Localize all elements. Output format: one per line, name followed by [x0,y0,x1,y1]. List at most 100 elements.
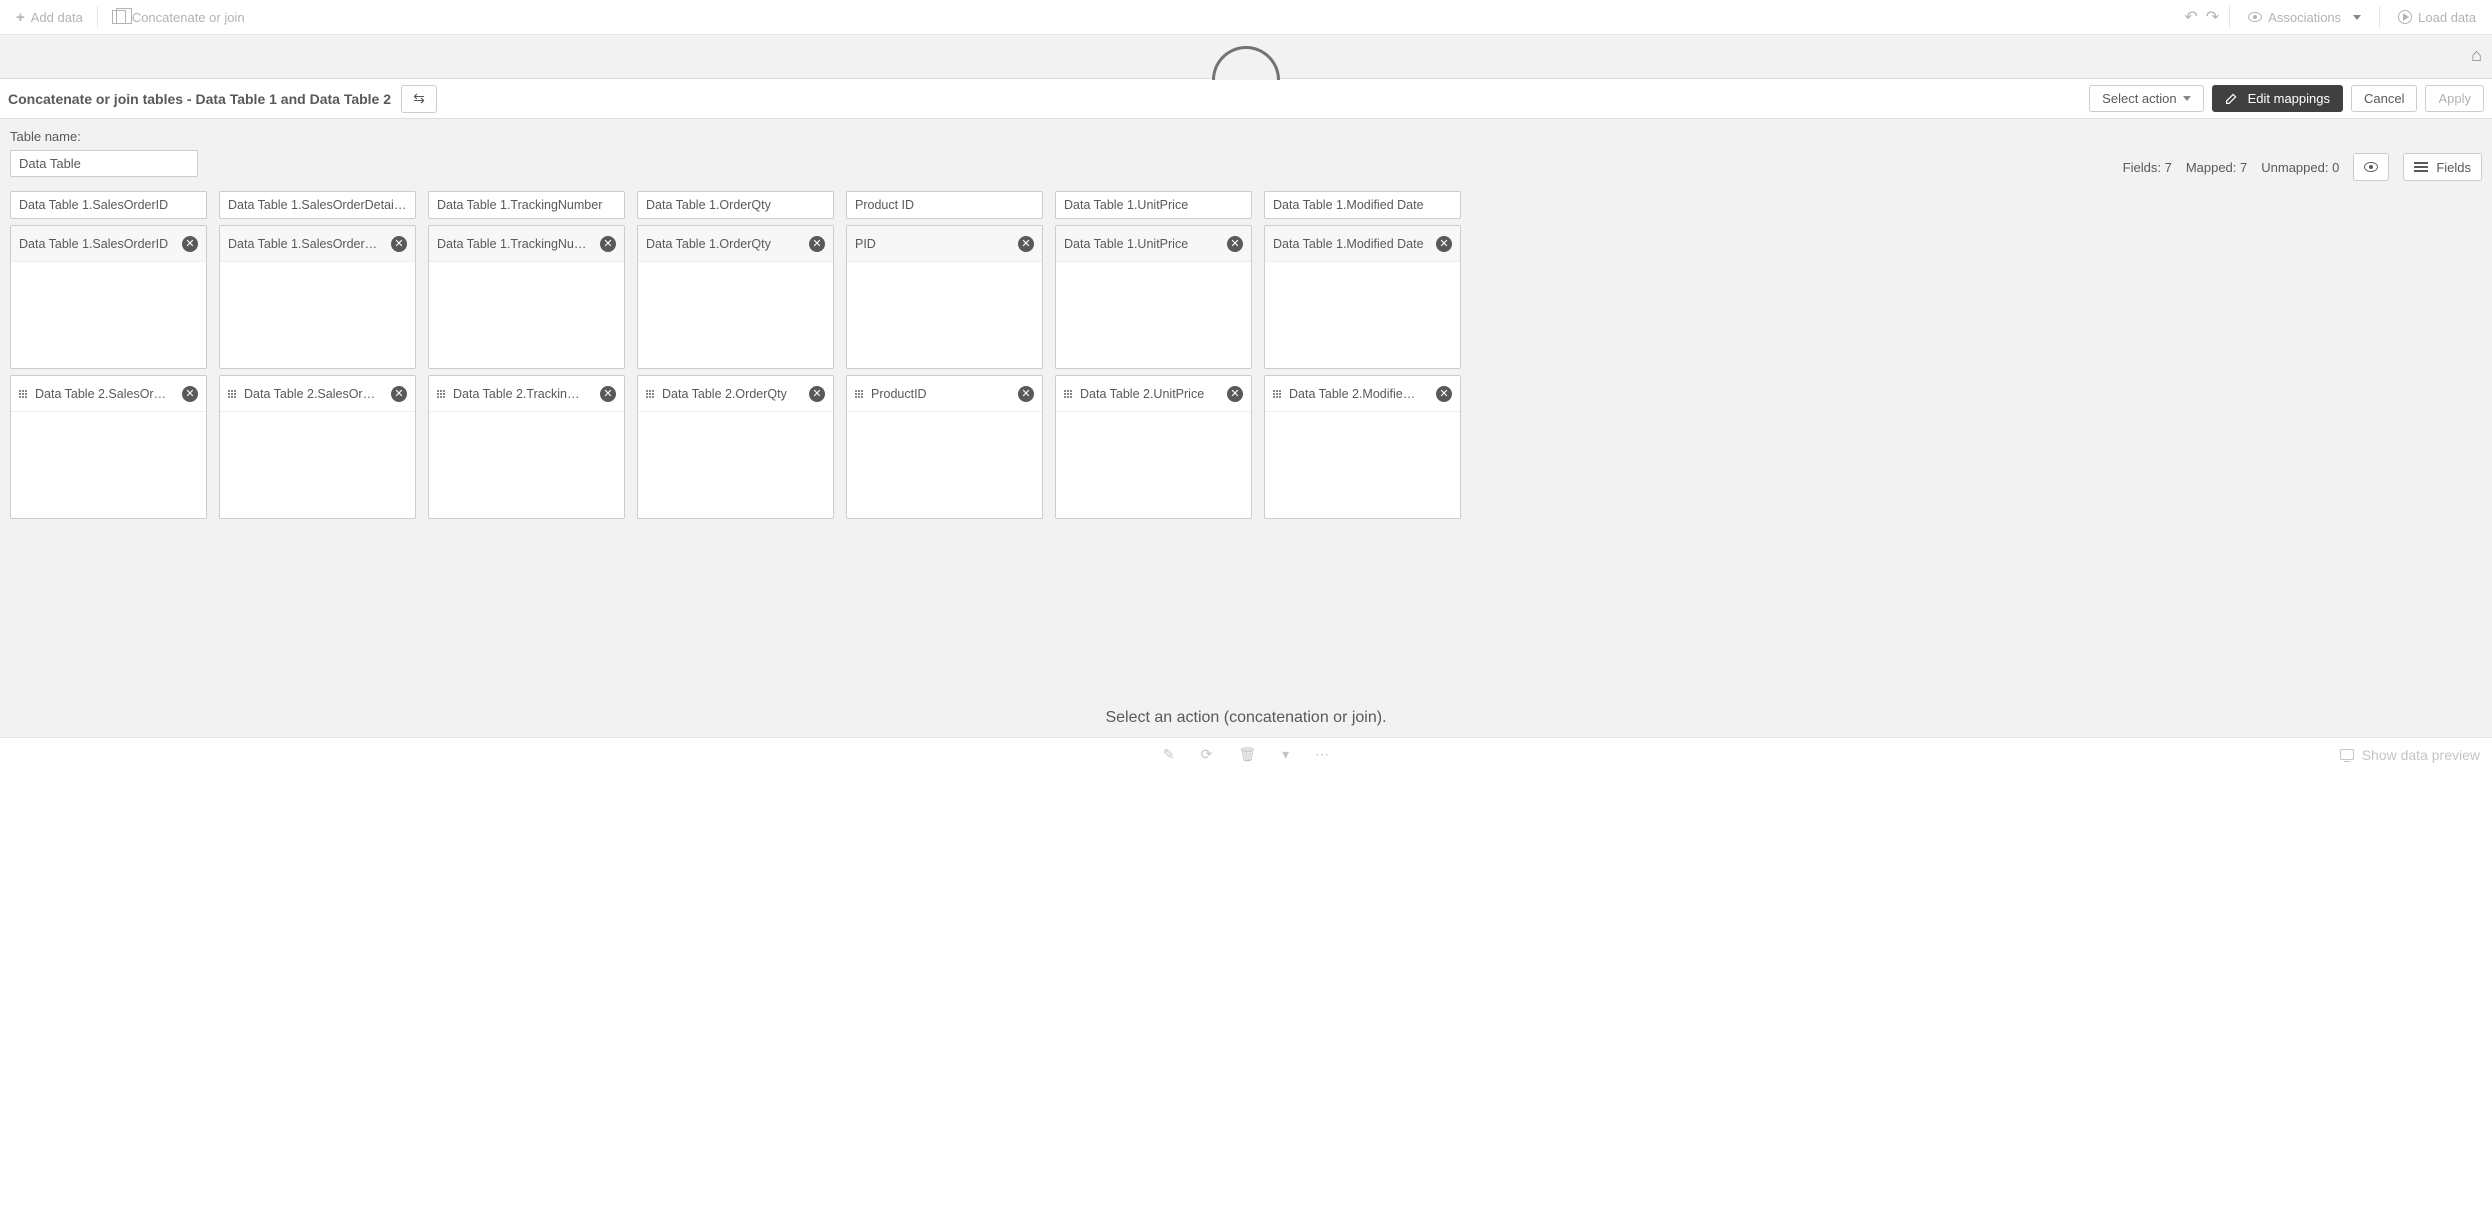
target-field-cell[interactable]: Data Table 2.SalesOr… ✕ [220,376,415,412]
add-data-button[interactable]: Add data [8,5,91,30]
source-map-box: Data Table 1.OrderQty ✕ [637,225,834,369]
home-icon[interactable]: ⌂ [2471,45,2482,66]
source-field-cell[interactable]: Data Table 1.SalesOrderID ✕ [11,226,206,262]
source-field-label: Data Table 1.TrackingNu… [437,237,594,251]
drag-handle-icon[interactable] [855,390,865,398]
target-map-box: ProductID ✕ [846,375,1043,519]
source-field-label: Data Table 1.Modified Date [1273,237,1430,251]
associations-label: Associations [2268,10,2341,25]
preview-toggle-button[interactable] [2353,153,2389,181]
drag-handle-icon[interactable] [437,390,447,398]
monitor-icon [2340,749,2354,760]
mapping-column: Data Table 1.OrderQty Data Table 1.Order… [637,191,834,519]
cancel-button[interactable]: Cancel [2351,85,2417,112]
column-header[interactable]: Data Table 1.UnitPrice [1055,191,1252,219]
remove-icon[interactable]: ✕ [809,386,825,402]
remove-icon[interactable]: ✕ [1227,386,1243,402]
target-field-cell[interactable]: Data Table 2.UnitPrice ✕ [1056,376,1251,412]
source-field-cell[interactable]: Data Table 1.SalesOrder… ✕ [220,226,415,262]
target-map-box: Data Table 2.OrderQty ✕ [637,375,834,519]
edit-mappings-button[interactable]: Edit mappings [2212,85,2343,112]
column-header[interactable]: Data Table 1.OrderQty [637,191,834,219]
undo-icon[interactable]: ↶ [2184,7,2197,27]
mapping-column: Data Table 1.UnitPrice Data Table 1.Unit… [1055,191,1252,519]
swap-icon: ⇆ [413,90,425,107]
show-data-preview-button[interactable]: Show data preview [2340,747,2480,763]
source-map-box: Data Table 1.SalesOrder… ✕ [219,225,416,369]
more-icon[interactable]: ⋯ [1315,746,1329,763]
remove-icon[interactable]: ✕ [182,236,198,252]
fields-button[interactable]: Fields [2403,153,2482,181]
filter-icon[interactable]: ▾ [1282,746,1289,763]
select-action-label: Select action [2102,91,2176,106]
mapping-column: Data Table 1.SalesOrderDetailID Data Tab… [219,191,416,519]
source-field-label: Data Table 1.UnitPrice [1064,237,1221,251]
apply-button[interactable]: Apply [2425,85,2484,112]
associations-button[interactable]: Associations [2240,6,2369,29]
source-field-cell[interactable]: Data Table 1.Modified Date ✕ [1265,226,1460,262]
play-circle-icon [2398,10,2412,24]
target-field-cell[interactable]: Data Table 2.SalesOr… ✕ [11,376,206,412]
remove-icon[interactable]: ✕ [600,236,616,252]
remove-icon[interactable]: ✕ [600,386,616,402]
column-header[interactable]: Data Table 1.SalesOrderID [10,191,207,219]
mapping-column: Data Table 1.TrackingNumber Data Table 1… [428,191,625,519]
unmapped-count: Unmapped: 0 [2261,160,2339,175]
target-map-box: Data Table 2.UnitPrice ✕ [1055,375,1252,519]
source-map-box: Data Table 1.UnitPrice ✕ [1055,225,1252,369]
column-header[interactable]: Data Table 1.Modified Date [1264,191,1461,219]
redo-icon[interactable]: ↷ [2206,7,2219,27]
source-field-cell[interactable]: Data Table 1.OrderQty ✕ [638,226,833,262]
target-field-cell[interactable]: Data Table 2.OrderQty ✕ [638,376,833,412]
drag-handle-icon[interactable] [1064,390,1074,398]
remove-icon[interactable]: ✕ [1018,386,1034,402]
select-action-dropdown[interactable]: Select action [2089,85,2203,112]
table-name-input[interactable] [10,150,198,177]
mapped-count: Mapped: 7 [2186,160,2247,175]
chevron-down-icon [2183,96,2191,101]
fields-button-label: Fields [2436,160,2471,175]
remove-icon[interactable]: ✕ [809,236,825,252]
target-field-cell[interactable]: Data Table 2.Trackin… ✕ [429,376,624,412]
remove-icon[interactable]: ✕ [182,386,198,402]
target-map-box: Data Table 2.Trackin… ✕ [428,375,625,519]
remove-icon[interactable]: ✕ [391,236,407,252]
mapping-columns: Data Table 1.SalesOrderID Data Table 1.S… [10,191,2482,519]
target-map-box: Data Table 2.SalesOr… ✕ [219,375,416,519]
source-field-cell[interactable]: PID ✕ [847,226,1042,262]
delete-icon[interactable]: 🗑 [1238,746,1256,763]
refresh-icon[interactable]: ⟳ [1201,746,1213,763]
target-field-label: ProductID [871,387,1012,401]
list-icon [2414,162,2428,172]
concat-join-button[interactable]: Concatenate or join [104,6,253,29]
target-field-label: Data Table 2.SalesOr… [35,387,176,401]
mapping-column: Data Table 1.SalesOrderID Data Table 1.S… [10,191,207,519]
source-field-label: PID [855,237,1012,251]
action-bar: Concatenate or join tables - Data Table … [0,79,2492,119]
target-field-cell[interactable]: ProductID ✕ [847,376,1042,412]
drag-handle-icon[interactable] [646,390,656,398]
remove-icon[interactable]: ✕ [1227,236,1243,252]
drag-handle-icon[interactable] [19,390,29,398]
target-field-label: Data Table 2.Modifie… [1289,387,1430,401]
drag-handle-icon[interactable] [1273,390,1283,398]
target-field-cell[interactable]: Data Table 2.Modifie… ✕ [1265,376,1460,412]
edit-icon[interactable]: ✎ [1163,746,1175,763]
overview-handle[interactable] [1212,46,1280,80]
remove-icon[interactable]: ✕ [1436,236,1452,252]
column-header[interactable]: Data Table 1.SalesOrderDetailID [219,191,416,219]
remove-icon[interactable]: ✕ [391,386,407,402]
remove-icon[interactable]: ✕ [1436,386,1452,402]
remove-icon[interactable]: ✕ [1018,236,1034,252]
concat-join-label: Concatenate or join [132,10,245,25]
source-map-box: Data Table 1.SalesOrderID ✕ [10,225,207,369]
top-toolbar: Add data Concatenate or join ↶ ↷ Associa… [0,0,2492,35]
drag-handle-icon[interactable] [228,390,238,398]
swap-tables-button[interactable]: ⇆ [401,85,437,113]
load-data-button[interactable]: Load data [2390,6,2484,29]
source-field-cell[interactable]: Data Table 1.TrackingNu… ✕ [429,226,624,262]
column-header[interactable]: Product ID [846,191,1043,219]
source-map-box: Data Table 1.Modified Date ✕ [1264,225,1461,369]
source-field-cell[interactable]: Data Table 1.UnitPrice ✕ [1056,226,1251,262]
column-header[interactable]: Data Table 1.TrackingNumber [428,191,625,219]
